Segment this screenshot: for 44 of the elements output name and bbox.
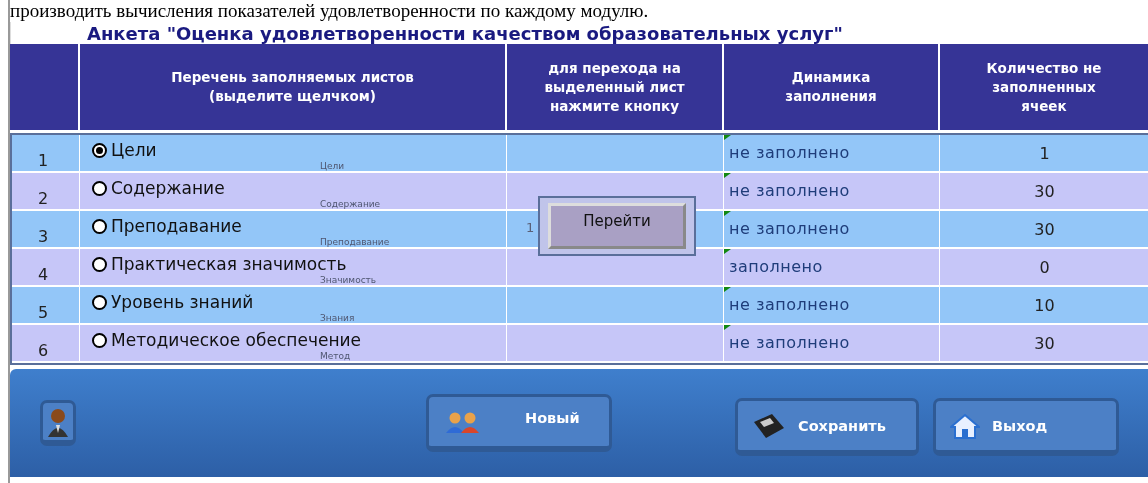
hidden-label: Цели (320, 161, 345, 171)
column-header: Динамика заполнения (724, 44, 940, 130)
sheet-radio-option[interactable]: Преподавание (92, 216, 242, 236)
hidden-label: Значимость (320, 275, 377, 285)
fill-status: не заполнено (729, 142, 850, 162)
sheet-radio-option[interactable]: Цели (92, 140, 157, 160)
fill-status: не заполнено (729, 218, 850, 238)
sheet-radio-option[interactable]: Методическое обеспечение (92, 330, 361, 350)
sheet-radio-option[interactable]: Практическая значимость (92, 254, 347, 274)
empty-cell-count: 30 (1033, 219, 1056, 239)
comment-marker-icon (724, 135, 731, 140)
column-header: Перечень заполняемых листов (выделите щелчком) (80, 44, 507, 130)
empty-cell-count: 0 (1038, 257, 1051, 277)
hidden-label: Метод (320, 351, 351, 361)
empty-cell-count: 30 (1033, 181, 1056, 201)
fill-status: не заполнено (729, 332, 850, 352)
hidden-label: Содержание (320, 199, 381, 209)
row-number: 5 (38, 302, 49, 322)
document-text: производить вычисления показателей удовлетворенности по каждому модулю. (10, 0, 650, 22)
row-number: 4 (38, 264, 49, 284)
hidden-label: 1 (526, 220, 535, 235)
hidden-label: Преподавание (320, 237, 390, 247)
sheet-radio-option[interactable]: Содержание (92, 178, 225, 198)
house-icon (950, 412, 980, 439)
new-button[interactable]: Новый (426, 394, 612, 452)
empty-cell-count: 1 (1038, 143, 1051, 163)
hidden-label: Знания (320, 313, 355, 323)
row-number: 2 (38, 188, 49, 208)
row-number: 6 (38, 340, 49, 360)
go-button[interactable]: Перейти (548, 203, 686, 249)
avatar-button[interactable] (40, 400, 76, 446)
save-button[interactable]: Сохранить (735, 398, 919, 456)
empty-cell-count: 10 (1033, 295, 1056, 315)
row-number: 3 (38, 226, 49, 246)
exit-button[interactable]: Выход (933, 398, 1119, 456)
row-number: 1 (38, 150, 49, 170)
fill-status: заполнено (729, 256, 823, 276)
column-header: для перехода на выделенный лист нажмите кнопку (507, 44, 724, 130)
fill-status: не заполнено (729, 180, 850, 200)
column-header: Количество не заполненных ячеек (940, 44, 1148, 130)
fill-status: не заполнено (729, 294, 850, 314)
man-icon (47, 406, 69, 437)
empty-cell-count: 30 (1033, 333, 1056, 353)
sheet-radio-option[interactable]: Уровень знаний (92, 292, 254, 312)
